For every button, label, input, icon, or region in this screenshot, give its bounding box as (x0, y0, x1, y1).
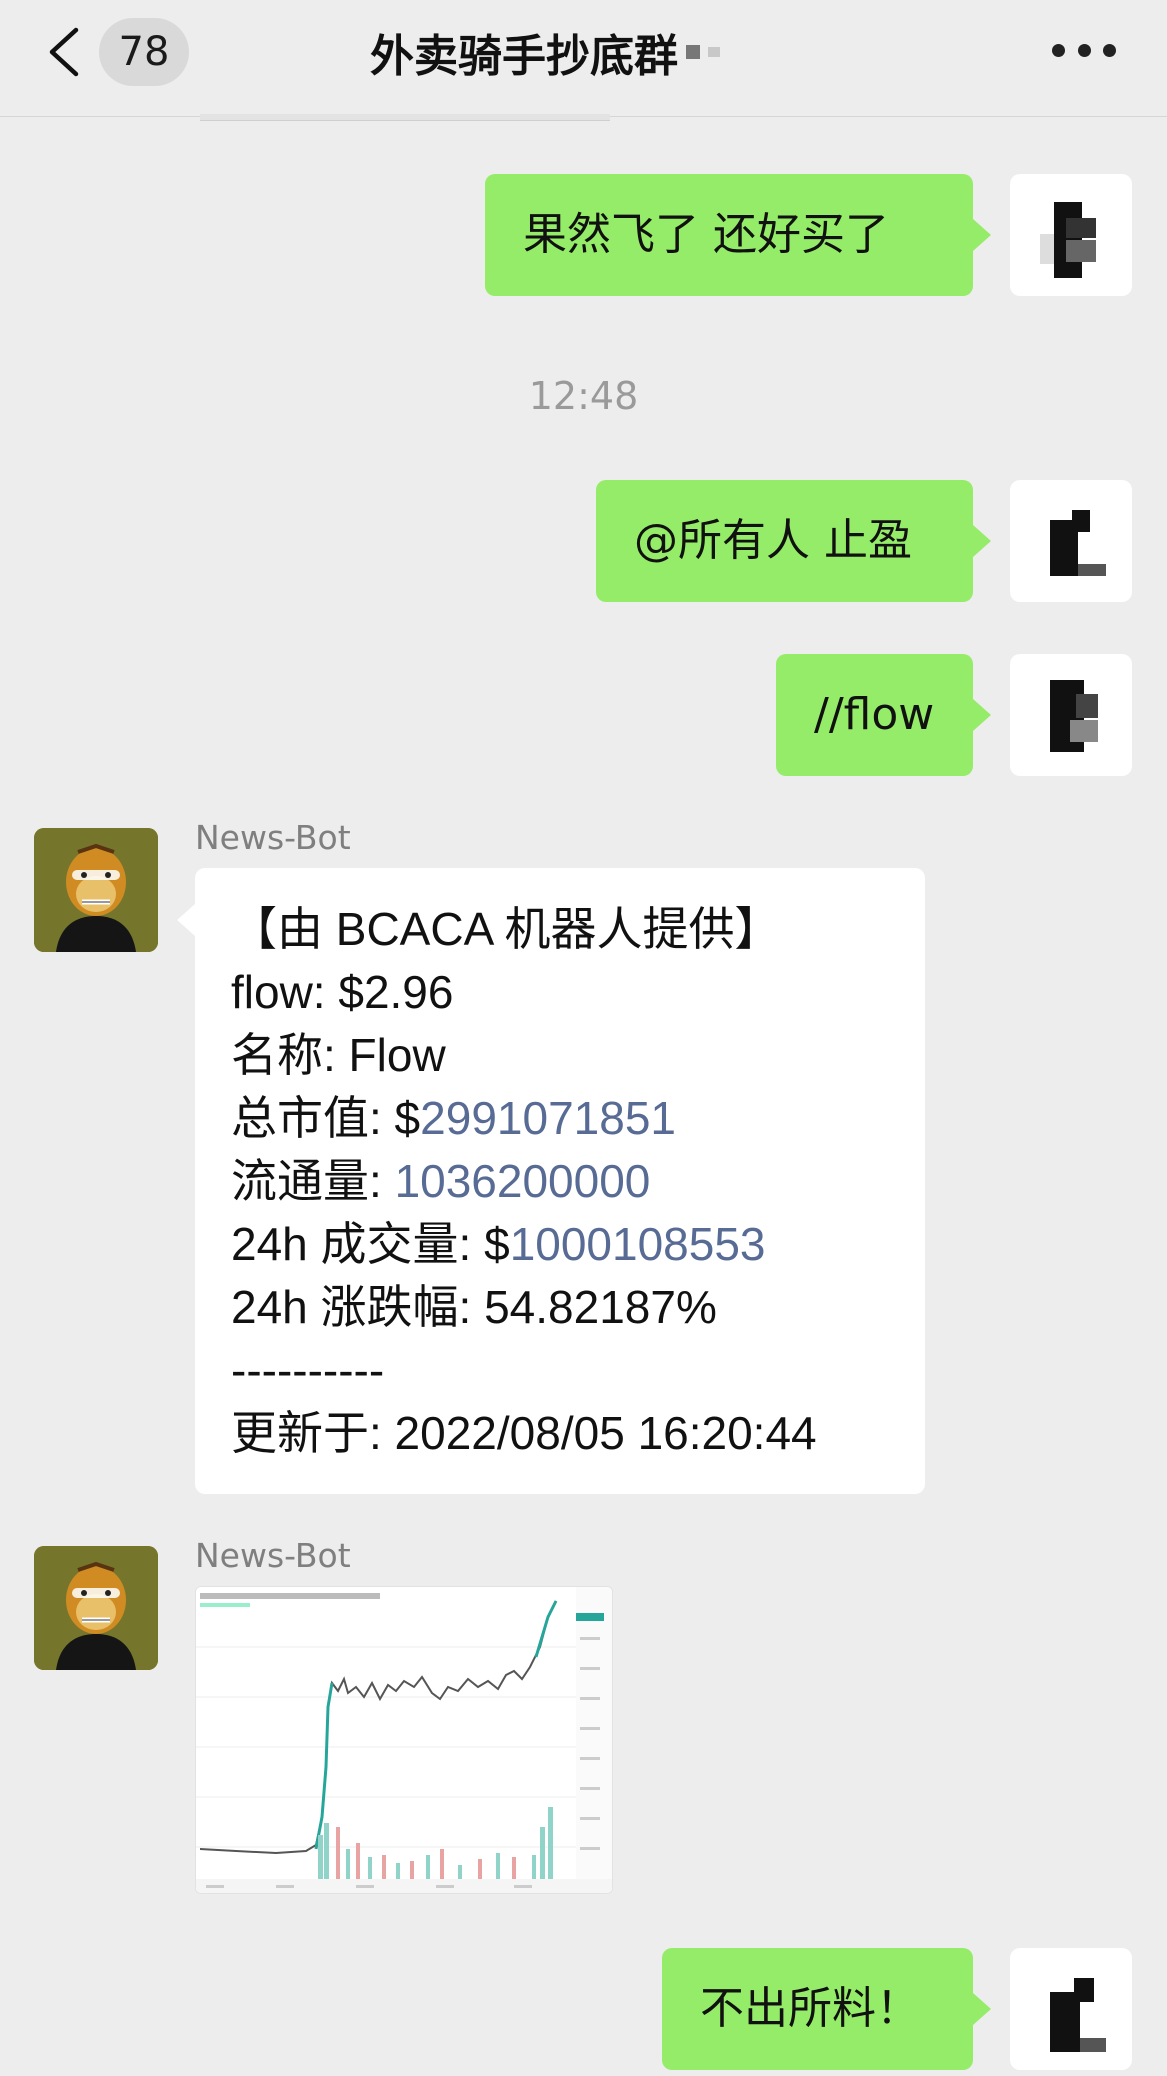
back-arrow-icon[interactable] (44, 26, 84, 78)
self-avatar[interactable] (1010, 1948, 1132, 2070)
chat-title: 外卖骑手抄底群 (370, 22, 720, 82)
unread-count-badge[interactable]: 78 (99, 18, 189, 86)
message-bubble-self[interactable]: 不出所料！ (662, 1948, 991, 2070)
phone-number-link[interactable]: 2991071851 (420, 1092, 676, 1144)
card-line: 名称: Flow (231, 1029, 446, 1081)
card-label: 流通量: (231, 1155, 395, 1207)
message-timestamp: 12:48 (528, 374, 639, 418)
title-censor-block (708, 47, 720, 57)
title-censor-block (686, 45, 700, 59)
card-line: 【由 BCACA 机器人提供】 (231, 903, 781, 955)
self-avatar[interactable] (1010, 654, 1132, 776)
sender-name: News-Bot (195, 818, 351, 857)
card-line: flow: $2.96 (231, 966, 454, 1018)
message-bubble-self[interactable]: //flow (776, 654, 991, 776)
message-text: 果然飞了 还好买了 (523, 209, 889, 260)
sender-name: News-Bot (195, 1536, 351, 1575)
bot-avatar[interactable] (34, 1546, 158, 1670)
card-label: 24h 成交量: $ (231, 1218, 510, 1270)
card-line: 更新于: 2022/08/05 16:20:44 (231, 1407, 817, 1459)
message-bubble-self[interactable]: 果然飞了 还好买了 (485, 174, 991, 296)
more-options-icon[interactable] (1052, 40, 1116, 60)
message-text: @所有人 止盈 (634, 515, 912, 566)
ape-avatar-icon (34, 1546, 158, 1670)
card-line: ---------- (231, 1344, 385, 1396)
chat-title-text: 外卖骑手抄底群 (370, 31, 678, 82)
message-text: //flow (814, 689, 935, 740)
card-label: 总市值: $ (231, 1092, 421, 1144)
candlestick-chart-thumbnail (196, 1587, 612, 1893)
message-text: 不出所料！ (700, 1983, 920, 2034)
price-chart-image[interactable] (195, 1586, 613, 1894)
ape-avatar-icon (34, 828, 158, 952)
self-avatar[interactable] (1010, 480, 1132, 602)
card-line: 24h 涨跌幅: 54.82187% (231, 1281, 717, 1333)
message-bubble-bot-card[interactable]: 【由 BCACA 机器人提供】 flow: $2.96 名称: Flow 总市值… (177, 868, 925, 1494)
chat-header: 78 外卖骑手抄底群 (0, 0, 1167, 117)
card-line: 流通量: 1036200000 (231, 1150, 925, 1213)
card-line: 24h 成交量: $1000108553 (231, 1213, 925, 1276)
previous-message-edge (200, 114, 610, 121)
message-bubble-self[interactable]: @所有人 止盈 (596, 480, 991, 602)
bot-avatar[interactable] (34, 828, 158, 952)
self-avatar[interactable] (1010, 174, 1132, 296)
phone-number-link[interactable]: 1000108553 (510, 1218, 766, 1270)
phone-number-link[interactable]: 1036200000 (395, 1155, 651, 1207)
card-line: 总市值: $2991071851 (231, 1087, 925, 1150)
